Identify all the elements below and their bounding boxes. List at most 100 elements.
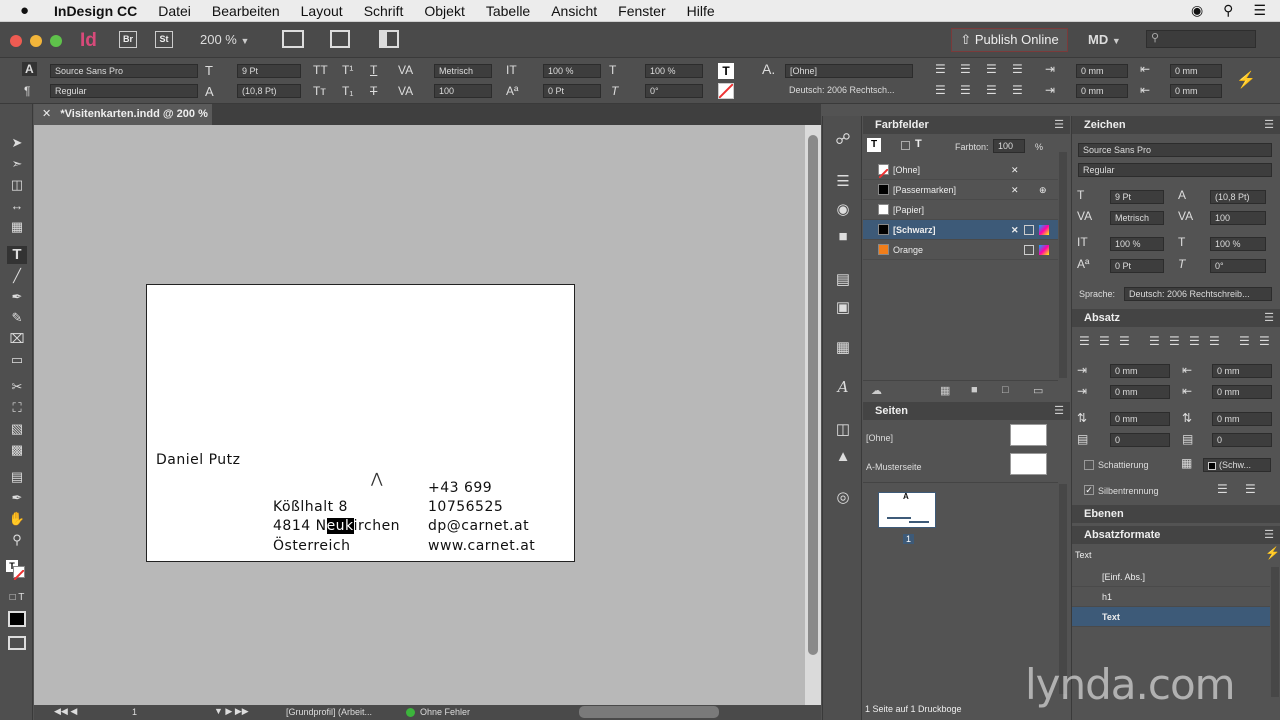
align-left-icon[interactable]: ☰ [935,62,946,76]
para-space-after-field[interactable]: 0 mm [1212,412,1272,426]
master-a[interactable]: A-Musterseite [866,462,922,472]
tint-field[interactable]: 100 [993,139,1025,153]
underline-icon[interactable]: T [370,63,377,77]
character-kerning-select[interactable]: Metrisch [1110,211,1164,225]
rectangle-tool-icon[interactable]: ▭ [7,351,27,369]
stroke-none-swatch-icon[interactable] [13,566,25,581]
object-styles-panel-icon[interactable]: ◫ [833,420,853,438]
stroke-panel-icon[interactable]: ☰ [833,172,853,190]
swatch-orange[interactable]: Orange [863,240,1058,260]
fill-indicator-icon[interactable]: T [867,138,881,152]
type-tool-icon[interactable]: T [7,246,27,264]
shading-checkbox[interactable] [1084,460,1094,470]
right-indent-field[interactable]: 0 mm [1170,64,1222,78]
para-last-indent-field[interactable]: 0 mm [1212,385,1272,399]
notification-list-icon[interactable]: ☰ [1253,2,1266,19]
name-text[interactable]: Daniel Putz [156,452,240,468]
character-size-field[interactable]: 9 Pt [1110,190,1164,204]
page-number-field[interactable]: 1 [132,707,137,717]
menu-objekt[interactable]: Objekt [424,3,464,19]
view-mode-normal-icon[interactable] [8,611,26,627]
character-style-select[interactable]: [Ohne] [785,64,913,78]
close-tab-icon[interactable]: ✕ [42,108,51,120]
line-tool-icon[interactable]: ╱ [7,267,27,285]
menu-schrift[interactable]: Schrift [364,3,404,19]
selected-text[interactable]: euk [326,518,354,534]
layers-panel-header[interactable]: Ebenen [1072,505,1280,523]
all-caps-icon[interactable]: TT [313,63,328,77]
close-window-button[interactable] [10,35,22,47]
baseline-shift-field[interactable]: 0 Pt [543,84,601,98]
last-line-indent-field[interactable]: 0 mm [1170,84,1222,98]
hand-tool-icon[interactable]: ✋ [7,510,27,528]
character-leading-field[interactable]: (10,8 Pt) [1210,190,1266,204]
vertical-scale-field[interactable]: 100 % [543,64,601,78]
para-left-indent-field[interactable]: 0 mm [1110,364,1170,378]
color-panel-icon[interactable]: ◉ [833,200,853,218]
workspace-switcher[interactable]: MD ▼ [1088,32,1121,47]
menu-layout[interactable]: Layout [301,3,343,19]
pencil-tool-icon[interactable]: ✎ [7,309,27,327]
font-size-field[interactable]: 9 Pt [237,64,301,78]
para-justify-center-icon[interactable]: ☰ [1169,334,1180,348]
stock-button[interactable]: St [155,31,173,48]
menu-datei[interactable]: Datei [158,3,191,19]
create-style-lightning-icon[interactable]: ⚡ [1265,546,1280,560]
paragraph-styles-panel-header[interactable]: Absatzformate ☰ [1072,526,1280,544]
master-none-thumbnail[interactable] [1010,424,1047,446]
horizontal-scale-field[interactable]: 100 % [645,64,703,78]
para-space-before-field[interactable]: 0 mm [1110,412,1170,426]
character-skew-field[interactable]: 0° [1210,259,1266,273]
new-swatch-icon[interactable]: □ [1002,384,1009,396]
para-justify-all-icon[interactable]: ☰ [1209,334,1220,348]
screen-mode-icon[interactable] [330,30,350,48]
justify-left-icon[interactable]: ☰ [1012,62,1023,76]
zoom-tool-icon[interactable]: ⚲ [7,531,27,549]
minimize-window-button[interactable] [30,35,42,47]
swatch-registration[interactable]: [Passermarken] ✕ ⊕ [863,180,1058,200]
character-panel-header[interactable]: Zeichen ☰ [1072,116,1280,134]
formatting-text-icon[interactable]: T [915,138,922,150]
pen-tool-icon[interactable]: ✒ [7,288,27,306]
para-align-left-icon[interactable]: ☰ [1079,334,1090,348]
para-first-indent-field[interactable]: 0 mm [1110,385,1170,399]
direct-selection-tool-icon[interactable]: ➣ [7,155,27,173]
character-panel-icon[interactable]: A [833,378,853,396]
text-stroke-none-icon[interactable] [718,83,734,99]
address-line-3[interactable]: Österreich [273,538,350,554]
para-align-center-icon[interactable]: ☰ [1099,334,1110,348]
content-collector-icon[interactable]: ▦ [7,218,27,236]
arrange-documents-icon[interactable] [379,30,399,48]
selection-tool-icon[interactable]: ➤ [7,134,27,152]
address-line-2[interactable]: 4814 Neukirchen [273,518,400,534]
gap-tool-icon[interactable]: ↔ [7,197,27,215]
view-options-icon[interactable] [282,30,304,48]
para-align-right-icon[interactable]: ☰ [1119,334,1130,348]
publish-online-button[interactable]: ⇧ Publish Online [951,28,1068,52]
paragraph-styles-panel-icon[interactable]: ▲ [833,448,853,466]
cc-library-add-icon[interactable]: ☁ [871,384,882,397]
business-card-page[interactable]: Daniel Putz Kößlhalt 8 4814 Neukirchen Ö… [146,284,575,562]
balance-ragged-icon[interactable]: ☰ [1245,482,1256,496]
swatch-none[interactable]: [Ohne] ✕ [863,160,1058,180]
justify-all-icon[interactable]: ☰ [986,83,997,97]
balance-lines-icon[interactable]: ☰ [1217,482,1228,496]
page-nav-icon[interactable]: ◀◀ ◀ [54,706,77,717]
formatting-affects-text-icon[interactable]: □ T [7,589,27,607]
align-right-icon[interactable]: ☰ [986,62,997,76]
page-tool-icon[interactable]: ◫ [7,176,27,194]
phone-line-1[interactable]: +43 699 [428,480,492,496]
paragraph-controls-icon[interactable]: ¶ [24,84,30,98]
tracking-field[interactable]: 100 [434,84,492,98]
subscript-icon[interactable]: T₁ [342,84,353,98]
show-swatch-kinds-icon[interactable]: ▦ [940,384,950,397]
screen-mode-icon-tools[interactable] [8,636,26,650]
para-align-away-spine-icon[interactable]: ☰ [1259,334,1270,348]
para-dropcap-chars-field[interactable]: 0 [1212,433,1272,447]
paragraph-panel-header[interactable]: Absatz ☰ [1072,309,1280,327]
new-color-group-icon[interactable]: ■ [971,384,978,396]
rectangle-frame-tool-icon[interactable]: ⌧ [7,330,27,348]
para-align-spine-icon[interactable]: ☰ [1239,334,1250,348]
swatches-panel-icon[interactable]: ■ [833,228,853,246]
kerning-select[interactable]: Metrisch [434,64,492,78]
